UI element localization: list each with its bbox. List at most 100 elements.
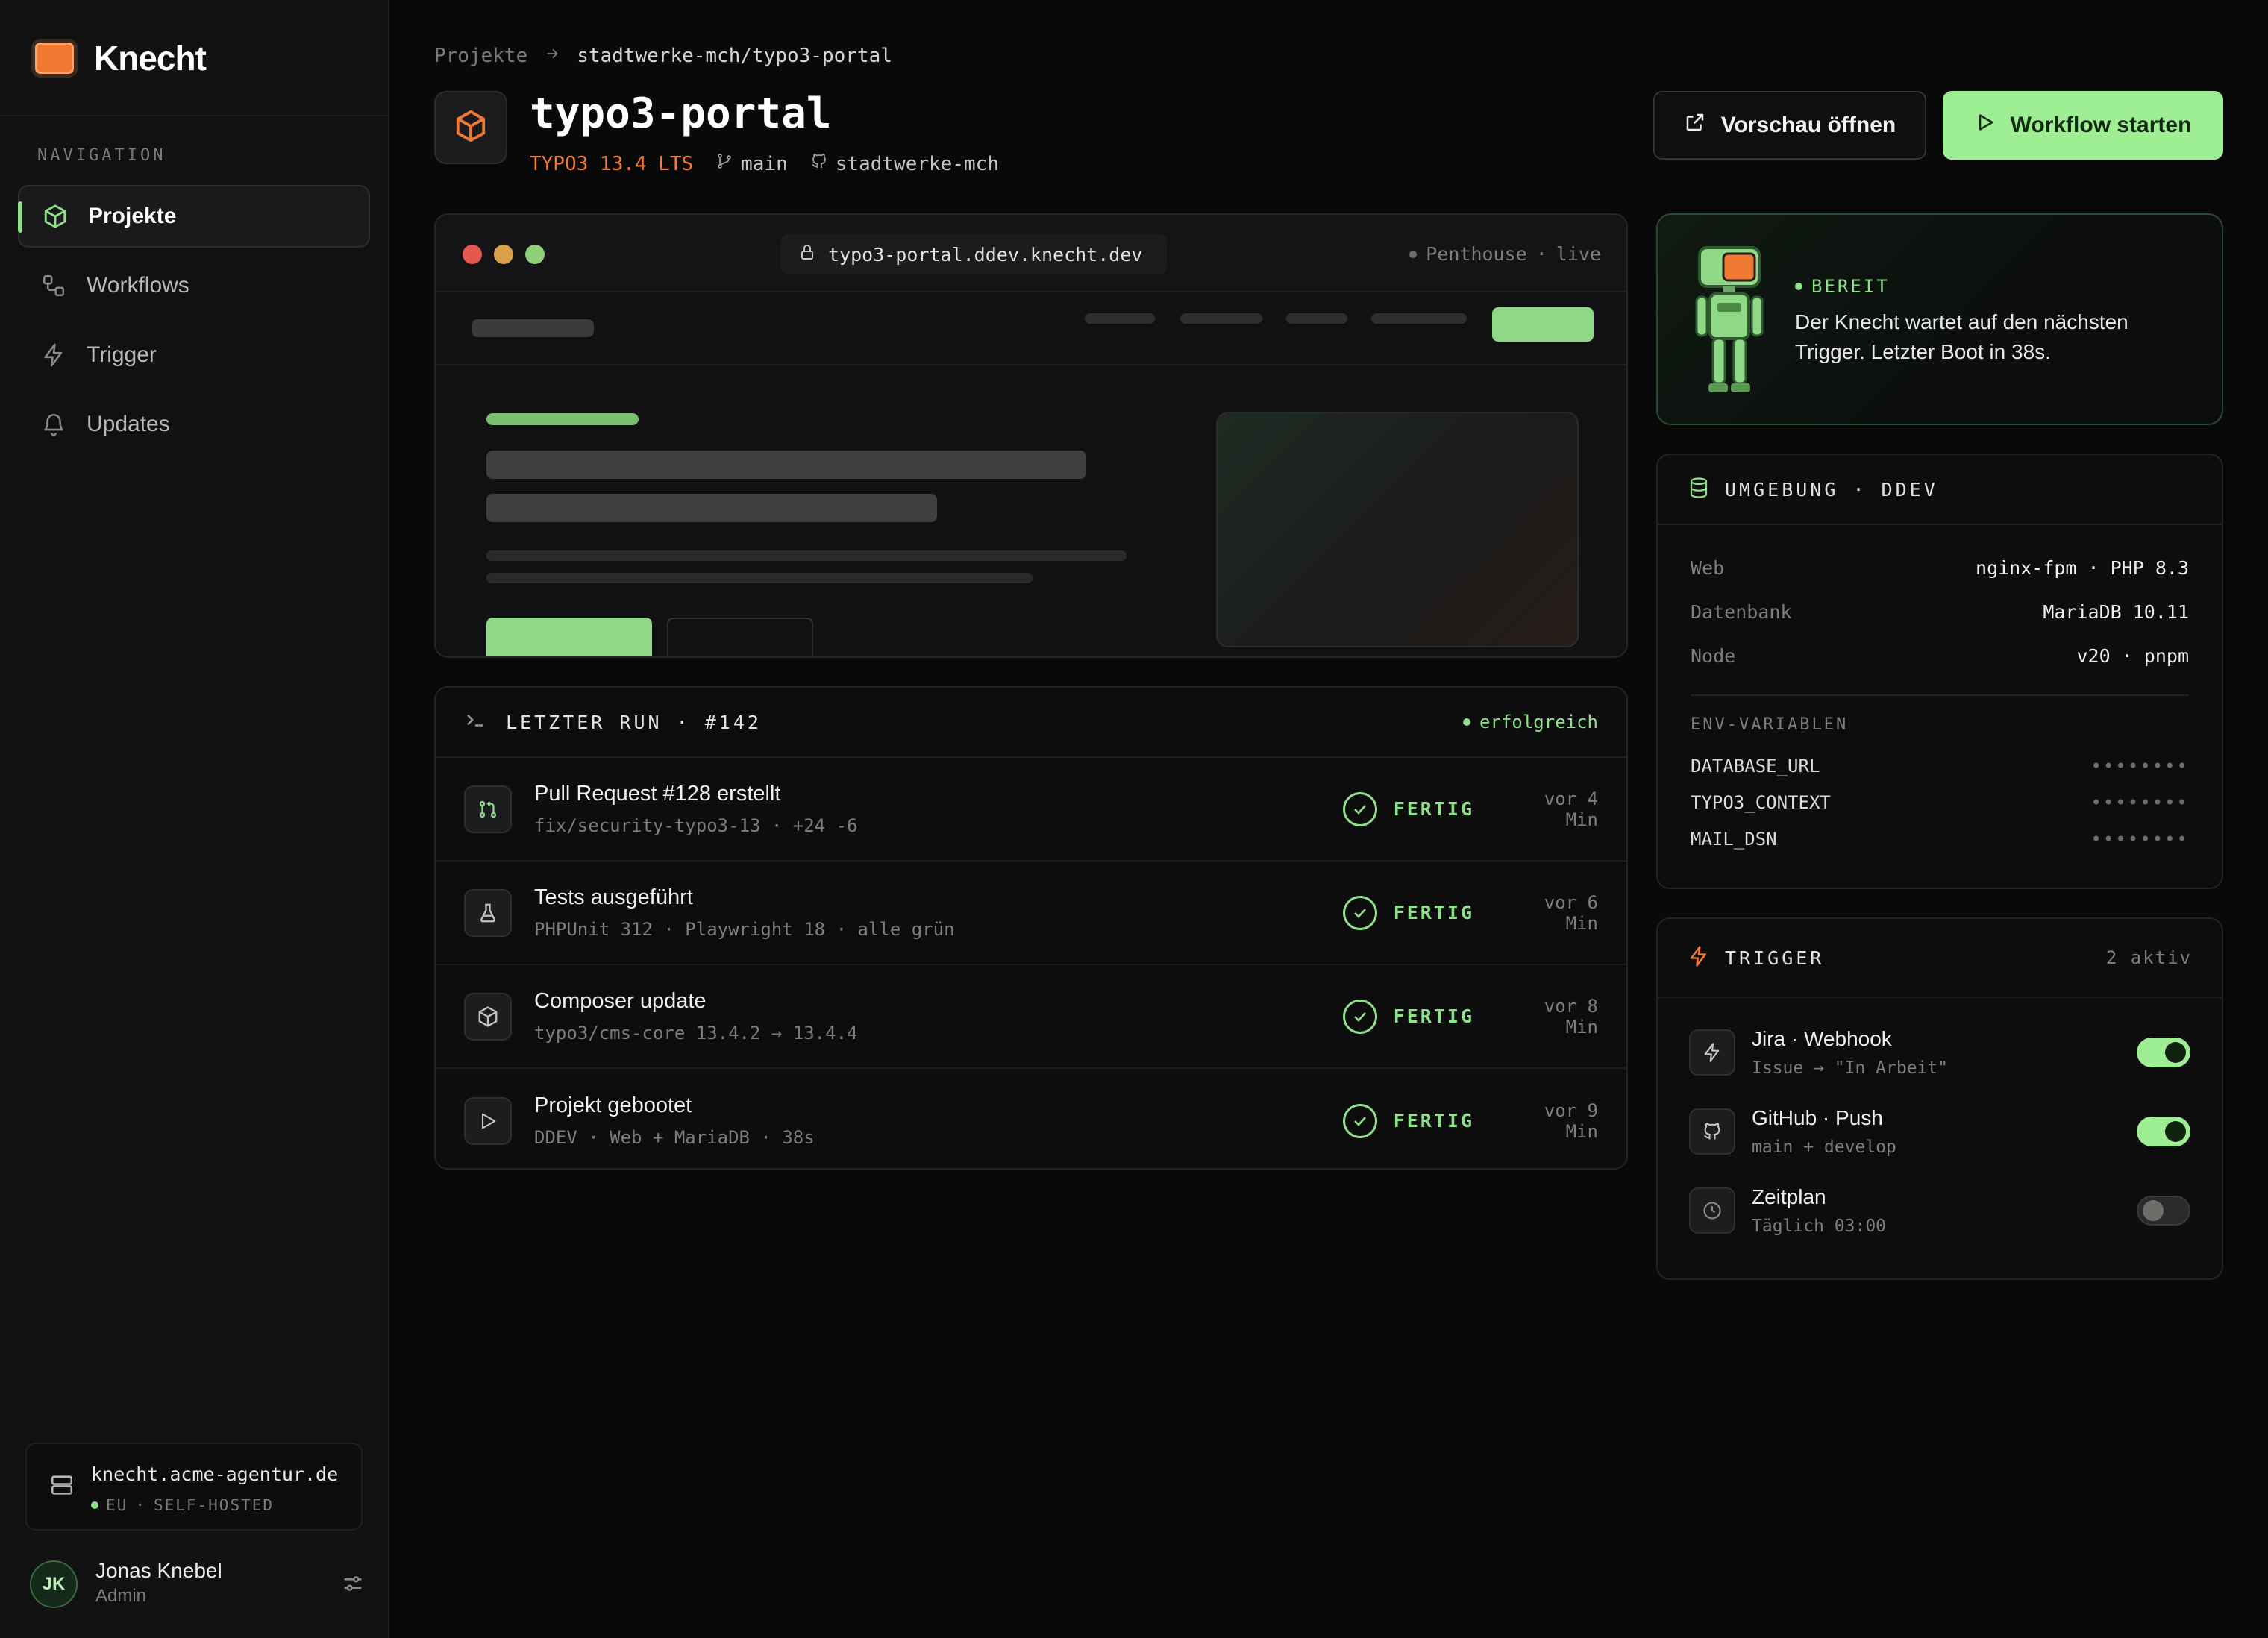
run-step-text: Tests ausgeführt PHPUnit 312 · Playwrigh… (534, 885, 1343, 940)
branch-info: main (715, 152, 788, 175)
env-var-value: •••••••• (2090, 828, 2189, 850)
skeleton-cta (1492, 307, 1594, 342)
server-host: knecht.acme-agentur.de (91, 1463, 339, 1485)
skeleton-text (486, 550, 1127, 561)
agent-message: Der Knecht wartet auf den nächsten Trigg… (1795, 310, 2128, 363)
env-info-value: nginx-fpm · PHP 8.3 (1976, 557, 2189, 579)
sidebar-item-projekte[interactable]: Projekte (18, 185, 370, 248)
env-info-key: Datenbank (1691, 601, 1792, 623)
trigger-item-title: GitHub · Push (1752, 1106, 1883, 1129)
run-step[interactable]: Tests ausgeführt PHPUnit 312 · Playwrigh… (436, 862, 1626, 965)
trigger-item-title: Jira · Webhook (1752, 1027, 1892, 1050)
sidebar-item-label: Trigger (87, 342, 157, 367)
nav-heading: NAVIGATION (37, 146, 166, 165)
trigger-text: Zeitplan Täglich 03:00 (1752, 1185, 2137, 1236)
browser-toolbar: typo3-portal.ddev.knecht.dev Penthouse ·… (436, 215, 1626, 292)
page-title: typo3-portal (530, 90, 832, 138)
skeleton-button (486, 618, 652, 656)
env-info-key: Web (1691, 557, 1725, 579)
status-dot-icon (91, 1502, 98, 1509)
server-info[interactable]: knecht.acme-agentur.de EU · SELF-HOSTED (25, 1443, 363, 1531)
env-var-key: TYPO3_CONTEXT (1691, 791, 1831, 813)
env-var-row[interactable]: TYPO3_CONTEXT •••••••• (1658, 784, 2222, 820)
last-run-title: LETZTER RUN · #142 (506, 711, 762, 733)
sidebar-item-workflows[interactable]: Workflows (18, 254, 370, 317)
skeleton-logo (472, 319, 594, 337)
server-name: Penthouse (1426, 243, 1527, 265)
skeleton-button (667, 618, 813, 656)
package-icon (464, 992, 512, 1041)
start-workflow-button[interactable]: Workflow starten (1943, 91, 2223, 160)
trigger-text: GitHub · Push main + develop (1752, 1106, 2137, 1157)
play-icon (1975, 112, 1996, 139)
status-dot-icon (1463, 718, 1471, 726)
breadcrumb-current: stadtwerke-mch/typo3-portal (577, 45, 892, 67)
start-workflow-label: Workflow starten (2010, 113, 2192, 137)
terminal-icon (464, 709, 486, 735)
user-profile[interactable]: JK Jonas Knebel Admin (30, 1556, 366, 1610)
open-preview-label: Vorschau öffnen (1720, 113, 1896, 137)
sidebar-item-trigger[interactable]: Trigger (18, 324, 370, 386)
last-run-title-wrap: LETZTER RUN · #142 (464, 709, 762, 735)
trigger-item-detail: Issue → "In Arbeit" (1752, 1058, 1949, 1078)
server-meta: EU · SELF-HOSTED (91, 1496, 274, 1514)
external-link-icon (1684, 111, 1706, 139)
run-step-state: FERTIG (1393, 902, 1474, 923)
env-info-key: Node (1691, 645, 1736, 667)
trigger-text: Jira · Webhook Issue → "In Arbeit" (1752, 1027, 2137, 1078)
run-step[interactable]: Pull Request #128 erstellt fix/security-… (436, 758, 1626, 862)
sidebar-item-updates[interactable]: Updates (18, 393, 370, 456)
agent-status-label: BEREIT (1811, 276, 1890, 297)
server-icon (49, 1472, 75, 1502)
run-step[interactable]: Composer update typo3/cms-core 13.4.2 → … (436, 965, 1626, 1069)
run-step-text: Projekt gebootet DDEV · Web + MariaDB · … (534, 1093, 1343, 1148)
separator: · (135, 1496, 146, 1514)
user-name: Jonas Knebel (95, 1559, 222, 1582)
check-icon (1342, 999, 1377, 1034)
skeleton-headline (486, 451, 1086, 479)
environment-status: Penthouse · live (1409, 243, 1601, 265)
env-info-row: Web nginx-fpm · PHP 8.3 (1658, 546, 2222, 590)
env-var-value: •••••••• (2090, 791, 2189, 813)
env-info-value: MariaDB 10.11 (2043, 601, 2189, 623)
last-run-header: LETZTER RUN · #142 erfolgreich (436, 688, 1626, 758)
run-step-state: FERTIG (1393, 798, 1474, 820)
preview-state: live (1556, 243, 1601, 265)
divider (0, 115, 388, 116)
agent-status-card: BEREIT Der Knecht wartet auf den nächste… (1656, 213, 2223, 425)
breadcrumb-root[interactable]: Projekte (434, 45, 527, 67)
env-var-key: DATABASE_URL (1691, 755, 1820, 776)
robot-mascot-icon (1691, 245, 1768, 401)
separator: · (1535, 243, 1547, 265)
project-meta: TYPO3 13.4 LTS main stadtwerke-mch (530, 152, 999, 175)
skeleton-nav-link (1371, 313, 1467, 324)
branch-name: main (741, 152, 788, 175)
trigger-toggle[interactable] (2137, 1196, 2190, 1226)
site-preview[interactable]: typo3-portal.ddev.knecht.dev Penthouse ·… (434, 213, 1628, 658)
run-step-title: Projekt gebootet (534, 1093, 692, 1117)
env-var-row[interactable]: MAIL_DSN •••••••• (1658, 820, 2222, 857)
toggle-knob (2143, 1200, 2164, 1221)
arrow-right-icon (544, 45, 560, 67)
env-var-row[interactable]: DATABASE_URL •••••••• (1658, 747, 2222, 784)
close-window-icon (463, 245, 482, 264)
check-icon (1342, 791, 1377, 826)
run-step[interactable]: Projekt gebootet DDEV · Web + MariaDB · … (436, 1069, 1626, 1168)
run-step-time: vor 6 Min (1544, 891, 1598, 934)
server-region: EU (106, 1496, 128, 1514)
box-icon (454, 109, 488, 147)
trigger-toggle[interactable] (2137, 1038, 2190, 1067)
brand[interactable]: Knecht (31, 36, 207, 81)
open-preview-button[interactable]: Vorschau öffnen (1653, 91, 1926, 160)
run-step-time: vor 8 Min (1544, 995, 1598, 1038)
env-vars-heading: ENV-VARIABLEN (1691, 715, 1849, 734)
settings-sliders-icon[interactable] (340, 1571, 366, 1600)
last-run-card: LETZTER RUN · #142 erfolgreich Pull Requ… (434, 686, 1628, 1170)
url-bar[interactable]: typo3-portal.ddev.knecht.dev (780, 234, 1167, 274)
user-role: Admin (95, 1586, 147, 1606)
org-name: stadtwerke-mch (835, 152, 999, 175)
box-icon (42, 203, 69, 230)
divider (436, 364, 1626, 365)
trigger-toggle[interactable] (2137, 1117, 2190, 1146)
run-step-detail: typo3/cms-core 13.4.2 → 13.4.4 (534, 1023, 858, 1044)
